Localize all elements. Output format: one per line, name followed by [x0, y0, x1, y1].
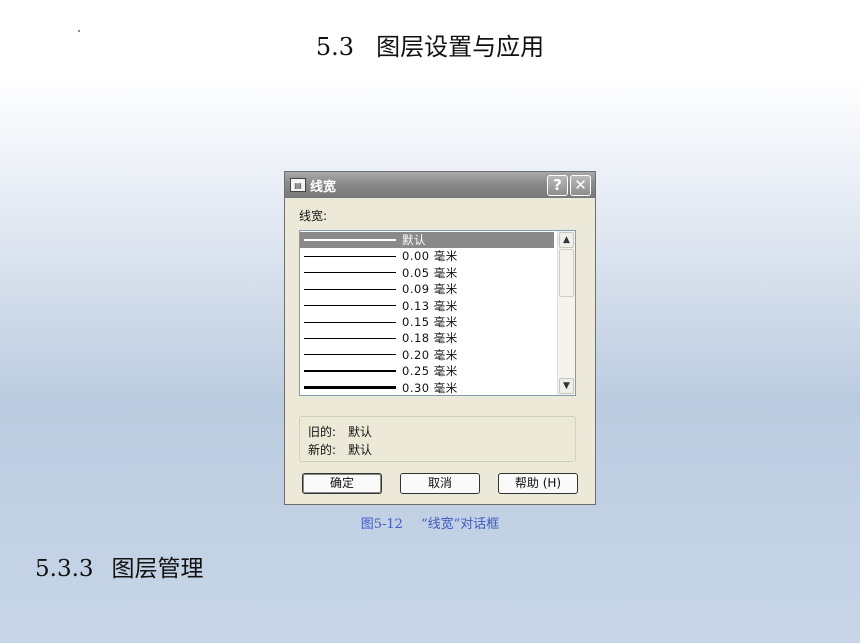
lineweight-option[interactable]: 0.20 毫米	[300, 347, 554, 363]
line-sample	[304, 370, 396, 372]
lineweight-dialog: ▤ 线宽 ? ✕ 线宽: 默认 0.00 毫米 0.05 毫米 0.09 毫米 0.13…	[284, 171, 596, 505]
dialog-titlebar[interactable]: ▤ 线宽 ? ✕	[285, 172, 595, 198]
section-number: 5.3.3	[35, 556, 94, 582]
list-scrollbar[interactable]: ▲ ▼	[557, 231, 575, 395]
old-label: 旧的:	[308, 425, 337, 439]
scroll-up-icon[interactable]: ▲	[559, 232, 574, 248]
lineweight-listbox[interactable]: 默认 0.00 毫米 0.05 毫米 0.09 毫米 0.13 毫米 0.15 毫米 0.1…	[299, 230, 576, 396]
caption-figure-number: 图5-12	[360, 517, 403, 532]
lineweight-option-label: 0.25 毫米	[402, 364, 458, 379]
ok-button[interactable]: 确定	[302, 473, 382, 494]
slide-title-number: 5.3	[315, 33, 355, 61]
lineweight-option[interactable]: 0.18 毫米	[300, 330, 554, 346]
lineweight-option[interactable]: 0.30 毫米	[300, 380, 554, 395]
line-sample	[304, 239, 396, 241]
help-title-button[interactable]: ?	[547, 175, 568, 196]
lineweight-option[interactable]: 0.15 毫米	[300, 314, 554, 330]
section-heading: 5.3.3 图层管理	[35, 549, 204, 583]
lineweight-option[interactable]: 0.25 毫米	[300, 363, 554, 379]
figure-caption: 图5-12 “线宽”对话框	[0, 513, 860, 532]
scroll-down-icon[interactable]: ▼	[559, 378, 574, 394]
line-sample	[304, 288, 396, 290]
lineweight-label: 线宽:	[299, 209, 328, 223]
line-sample	[304, 337, 396, 339]
lineweight-option-label: 0.13 毫米	[402, 298, 458, 313]
old-value: 默认	[348, 425, 373, 439]
new-value: 默认	[348, 443, 373, 457]
lineweight-option-label: 0.18 毫米	[402, 331, 458, 346]
line-sample	[304, 321, 396, 323]
line-sample	[304, 386, 396, 390]
slide-title-text: 图层设置与应用	[376, 33, 545, 61]
cancel-button[interactable]: 取消	[400, 473, 480, 494]
line-sample	[304, 272, 396, 274]
new-row: 新的: 默认	[308, 441, 372, 458]
lineweight-option[interactable]: 0.00 毫米	[300, 248, 554, 264]
old-new-info-box: 旧的: 默认 新的: 默认	[299, 416, 576, 462]
old-row: 旧的: 默认	[308, 423, 372, 440]
lineweight-option[interactable]: 0.13 毫米	[300, 298, 554, 314]
lineweight-option-label: 0.15 毫米	[402, 315, 458, 329]
lineweight-option-label: 0.20 毫米	[402, 347, 458, 362]
close-button[interactable]: ✕	[570, 175, 591, 196]
line-sample	[304, 255, 396, 257]
lineweight-option-label: 默认	[402, 233, 426, 247]
dialog-title: 线宽	[310, 179, 337, 195]
lineweight-option-label: 0.05 毫米	[402, 265, 458, 280]
lineweight-option[interactable]: 默认	[300, 232, 554, 248]
slide-title: 5.3 图层设置与应用	[0, 27, 860, 62]
app-icon: ▤	[290, 178, 306, 192]
new-label: 新的:	[308, 443, 337, 457]
section-text: 图层管理	[111, 556, 204, 582]
lineweight-option[interactable]: 0.05 毫米	[300, 265, 554, 281]
scroll-thumb[interactable]	[559, 249, 574, 297]
lineweight-option-label: 0.00 毫米	[402, 249, 458, 264]
caption-text: “线宽”对话框	[420, 517, 500, 532]
line-sample	[304, 305, 396, 307]
lineweight-option-label: 0.30 毫米	[402, 380, 458, 395]
lineweight-option[interactable]: 0.09 毫米	[300, 281, 554, 297]
lineweight-option-label: 0.09 毫米	[402, 282, 458, 297]
help-button[interactable]: 帮助 (H)	[498, 473, 578, 494]
line-sample	[304, 354, 396, 356]
